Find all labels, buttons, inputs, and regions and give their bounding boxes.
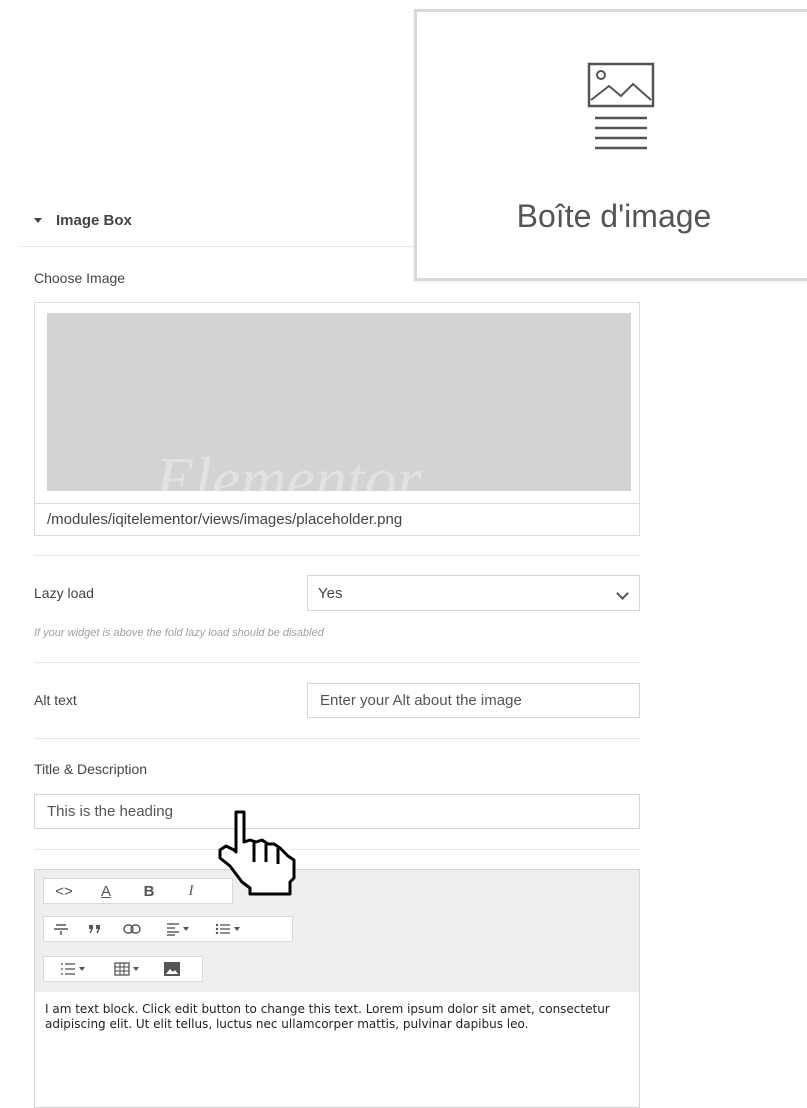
heading-input[interactable]: This is the heading bbox=[34, 794, 640, 829]
table-dropdown[interactable] bbox=[100, 957, 152, 981]
text-color-icon: A bbox=[100, 882, 111, 900]
section-title: Image Box bbox=[56, 212, 132, 229]
image-icon bbox=[164, 962, 180, 976]
hand-pointer-cursor-icon bbox=[218, 810, 296, 896]
numbered-list-icon bbox=[60, 963, 75, 975]
image-box-widget-card[interactable]: Boîte d'image bbox=[414, 9, 807, 281]
insert-image-button[interactable] bbox=[152, 957, 192, 981]
text-color-button[interactable]: A bbox=[84, 879, 128, 903]
title-description-label: Title & Description bbox=[34, 761, 148, 777]
lazy-load-label: Lazy load bbox=[34, 585, 94, 601]
widget-label: Boîte d'image bbox=[516, 198, 712, 234]
bullet-list-dropdown[interactable] bbox=[202, 917, 252, 941]
section-header-image-box[interactable]: Image Box bbox=[34, 212, 132, 229]
divider bbox=[34, 849, 640, 850]
link-icon bbox=[123, 924, 141, 934]
strikethrough-button[interactable] bbox=[44, 917, 78, 941]
dropdown-arrow-icon bbox=[78, 967, 85, 971]
italic-button[interactable]: I bbox=[170, 879, 212, 903]
divider bbox=[34, 555, 640, 556]
lazy-load-select[interactable]: Yes bbox=[307, 575, 640, 611]
divider bbox=[34, 738, 640, 739]
align-dropdown[interactable] bbox=[152, 917, 202, 941]
caret-down-icon bbox=[34, 218, 42, 223]
alt-text-placeholder: Enter your Alt about the image bbox=[320, 692, 522, 709]
bullet-list-icon bbox=[215, 923, 230, 935]
bold-button[interactable]: B bbox=[128, 879, 170, 903]
dropdown-arrow-icon bbox=[182, 927, 189, 931]
lazy-load-hint: If your widget is above the fold lazy lo… bbox=[34, 627, 324, 639]
numbered-list-dropdown[interactable] bbox=[44, 957, 100, 981]
editor-content[interactable]: I am text block. Click edit button to ch… bbox=[45, 1002, 629, 1032]
code-icon: <> bbox=[55, 882, 73, 900]
alt-text-input[interactable]: Enter your Alt about the image bbox=[307, 683, 640, 718]
blockquote-button[interactable] bbox=[78, 917, 112, 941]
image-box-icon bbox=[587, 62, 655, 150]
heading-value: This is the heading bbox=[47, 803, 173, 820]
quote-icon bbox=[89, 925, 100, 934]
divider bbox=[20, 246, 414, 247]
bold-icon: B bbox=[143, 882, 155, 900]
toolbar-row-2 bbox=[43, 916, 293, 942]
editor-toolbar: <> A B I bbox=[35, 870, 639, 992]
code-button[interactable]: <> bbox=[44, 879, 84, 903]
align-left-icon bbox=[166, 923, 179, 936]
alt-text-label: Alt text bbox=[34, 692, 77, 708]
rich-text-editor[interactable]: <> A B I I am text block. Click edit but… bbox=[34, 869, 640, 1108]
image-chooser[interactable]: Elementor /modules/iqitelementor/views/i… bbox=[34, 302, 640, 536]
strikethrough-icon bbox=[54, 924, 68, 935]
toolbar-row-3 bbox=[43, 956, 203, 982]
choose-image-label: Choose Image bbox=[34, 270, 126, 286]
toolbar-row-1: <> A B I bbox=[43, 878, 233, 904]
dropdown-arrow-icon bbox=[233, 927, 240, 931]
lazy-load-value: Yes bbox=[318, 585, 343, 602]
image-path-field[interactable]: /modules/iqitelementor/views/images/plac… bbox=[35, 503, 639, 535]
table-icon bbox=[113, 962, 130, 976]
italic-icon: I bbox=[188, 882, 194, 899]
divider bbox=[34, 662, 640, 663]
link-button[interactable] bbox=[112, 917, 152, 941]
chevron-down-icon bbox=[616, 587, 629, 600]
dropdown-arrow-icon bbox=[132, 967, 139, 971]
